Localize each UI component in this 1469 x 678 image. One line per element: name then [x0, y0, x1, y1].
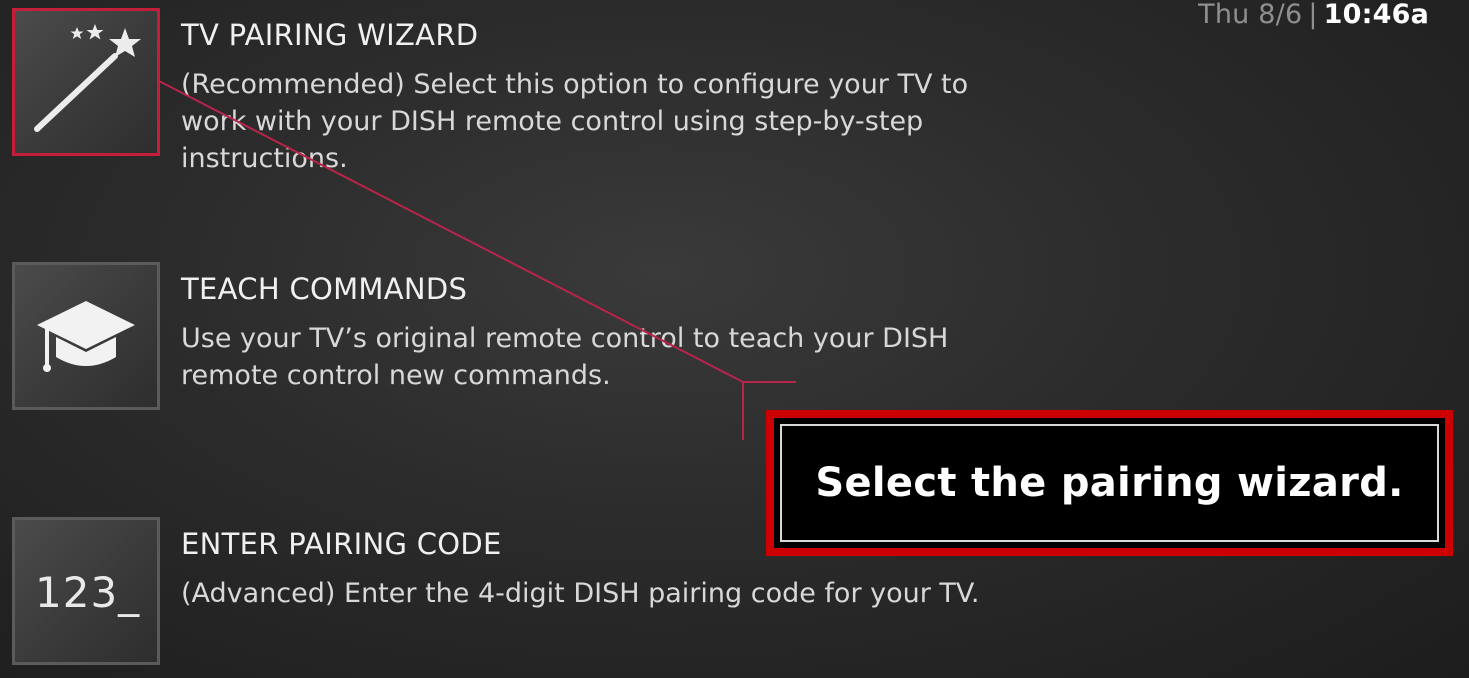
pairing-code-icon: 123_ [35, 568, 141, 617]
status-separator: | [1308, 0, 1318, 30]
menu-item-title: TV PAIRING WIZARD [181, 18, 479, 52]
menu-item-description: (Advanced) Enter the 4-digit DISH pairin… [181, 578, 980, 609]
menu-item-tv-pairing-wizard[interactable]: TV PAIRING WIZARD (Recommended) Select t… [12, 8, 1012, 174]
annotation-callout: Select the pairing wizard. [766, 410, 1453, 556]
enter-pairing-code-tile[interactable]: 123_ [12, 517, 160, 665]
menu-item-description: (Recommended) Select this option to conf… [181, 69, 969, 174]
graduation-cap-icon [15, 265, 157, 407]
tv-pairing-wizard-text: TV PAIRING WIZARD (Recommended) Select t… [181, 18, 1031, 177]
magic-wand-icon [15, 11, 157, 153]
status-time: 10:46a [1323, 0, 1429, 30]
tv-pairing-wizard-tile[interactable] [12, 8, 160, 156]
menu-item-title: TEACH COMMANDS [181, 272, 468, 306]
teach-commands-tile[interactable] [12, 262, 160, 410]
annotation-text: Select the pairing wizard. [815, 460, 1404, 506]
annotation-callout-inner: Select the pairing wizard. [780, 424, 1439, 542]
status-date: Thu 8/6 [1198, 0, 1303, 30]
teach-commands-text: TEACH COMMANDS Use your TV’s original re… [181, 272, 1031, 394]
menu-item-description: Use your TV’s original remote control to… [181, 323, 949, 391]
menu-item-teach-commands[interactable]: TEACH COMMANDS Use your TV’s original re… [12, 262, 1012, 410]
status-clock: Thu 8/6 | 10:46a [1198, 0, 1429, 30]
